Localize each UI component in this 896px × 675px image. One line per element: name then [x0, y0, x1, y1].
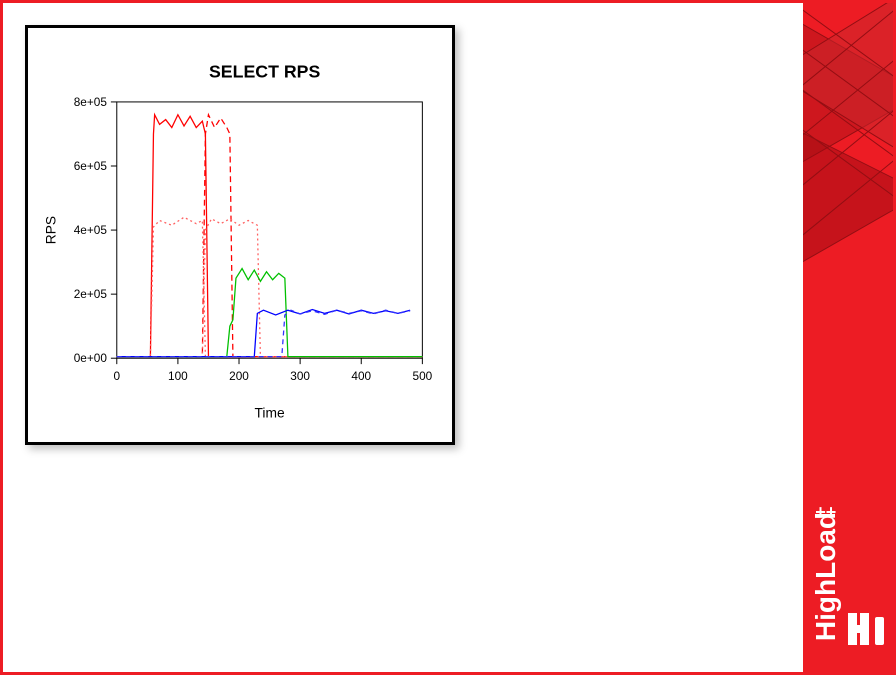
rps-chart: SELECT RPS 0 100 200 300 400 500 0e+00 2e+05 4e…: [28, 28, 452, 442]
series-red-dashed: [117, 115, 423, 357]
y-tick-label: 0e+00: [74, 351, 108, 365]
series-red-dotted-1: [117, 217, 423, 356]
sidebar: ++ HighLoad: [803, 3, 893, 672]
sidebar-art: [803, 3, 893, 303]
x-tick-label: 200: [229, 369, 249, 383]
x-axis-label: Time: [255, 405, 285, 420]
chart-series: [117, 115, 423, 357]
series-red-solid: [117, 115, 423, 357]
series-blue-solid: [117, 310, 410, 357]
x-tick-label: 400: [351, 369, 371, 383]
y-tick-label: 4e+05: [74, 223, 108, 237]
brand: ++ HighLoad: [803, 512, 893, 654]
y-tick-label: 8e+05: [74, 95, 108, 109]
x-tick-label: 0: [113, 369, 120, 383]
series-blue-dashed: [117, 310, 410, 356]
series-red-dotted-2: [117, 219, 423, 357]
x-tick-label: 300: [290, 369, 310, 383]
y-axis-label: RPS: [44, 216, 59, 244]
brand-name: HighLoad: [810, 512, 842, 641]
brand-logo-icon: [846, 609, 886, 649]
y-tick-label: 2e+05: [74, 287, 108, 301]
y-tick-label: 6e+05: [74, 159, 108, 173]
slide-frame: ++ HighLoad SELECT RPS 0 100 200 300 400 500 …: [0, 0, 896, 675]
chart-title: SELECT RPS: [209, 61, 321, 81]
x-tick-label: 100: [168, 369, 188, 383]
x-tick-label: 500: [412, 369, 432, 383]
chart-card: SELECT RPS 0 100 200 300 400 500 0e+00 2e+05 4e…: [25, 25, 455, 445]
